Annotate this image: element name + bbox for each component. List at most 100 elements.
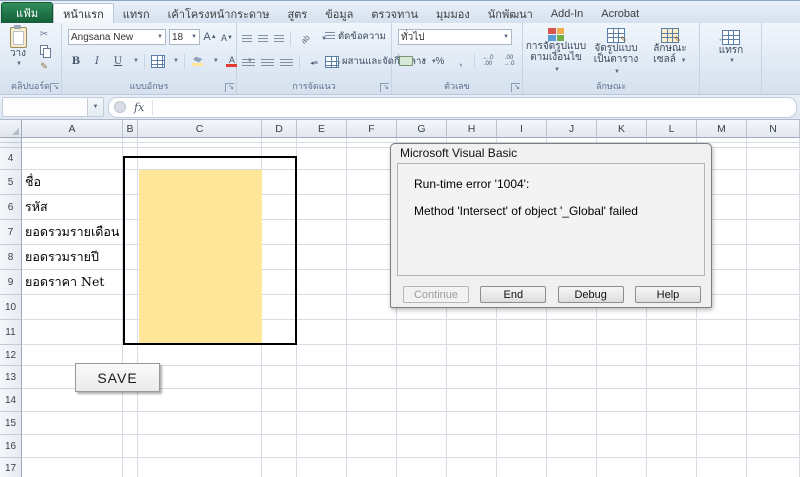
row-header-6[interactable]: 6	[0, 195, 22, 220]
grid-cell-E14[interactable]	[297, 389, 347, 412]
row-header-12[interactable]: 12	[0, 345, 22, 366]
grid-cell-N7[interactable]	[747, 220, 800, 245]
grow-font-button[interactable]: A▲	[202, 29, 218, 45]
grid-cell-B17[interactable]	[123, 458, 138, 477]
increase-decimal-button[interactable]: ←.0.00	[480, 53, 496, 69]
column-header-N[interactable]: N	[747, 120, 800, 138]
grid-cell-H14[interactable]	[447, 389, 497, 412]
grid-cell-L16[interactable]	[647, 435, 697, 458]
grid-cell-N14[interactable]	[747, 389, 800, 412]
number-format-combo[interactable]: ทั่วไป ▼	[398, 29, 512, 45]
grid-cell-N4[interactable]	[747, 148, 800, 170]
grid-cell-N15[interactable]	[747, 412, 800, 435]
grid-cell-J15[interactable]	[547, 412, 597, 435]
align-bottom-icon[interactable]	[274, 35, 284, 44]
grid-cell-G13[interactable]	[397, 366, 447, 389]
cell-styles-button[interactable]: ✎ ลักษณะ เซลล์ ▼	[645, 28, 695, 67]
grid-cell-K14[interactable]	[597, 389, 647, 412]
grid-cell-A14[interactable]	[22, 389, 123, 412]
grid-cell-N10[interactable]	[747, 295, 800, 320]
row-header-11[interactable]: 11	[0, 320, 22, 345]
help-button[interactable]: Help	[635, 286, 701, 303]
grid-cell-E10[interactable]	[297, 295, 347, 320]
grid-cell-K15[interactable]	[597, 412, 647, 435]
grid-cell-A8[interactable]: ยอดรวมรายปี	[22, 245, 123, 270]
tab-เค้าโครงหน้ากระดาษ[interactable]: เค้าโครงหน้ากระดาษ	[159, 4, 279, 23]
grid-cell-A11[interactable]	[22, 320, 123, 345]
column-header-D[interactable]: D	[262, 120, 297, 138]
grid-cell-M16[interactable]	[697, 435, 747, 458]
grid-cell-E11[interactable]	[297, 320, 347, 345]
grid-cell-F15[interactable]	[347, 412, 397, 435]
dialog-title[interactable]: Microsoft Visual Basic	[391, 144, 711, 162]
italic-button[interactable]: I	[89, 53, 105, 69]
grid-cell-J11[interactable]	[547, 320, 597, 345]
continue-button[interactable]: Continue	[403, 286, 469, 303]
grid-cell-E4[interactable]	[297, 148, 347, 170]
row-header-13[interactable]: 13	[0, 366, 22, 389]
grid-cell-G12[interactable]	[397, 345, 447, 366]
column-header-F[interactable]: F	[347, 120, 397, 138]
grid-cell-N17[interactable]	[747, 458, 800, 477]
grid-cell-J12[interactable]	[547, 345, 597, 366]
grid-cell-E6[interactable]	[297, 195, 347, 220]
grid-cell-G14[interactable]	[397, 389, 447, 412]
grid-cell-F12[interactable]	[347, 345, 397, 366]
save-button[interactable]: SAVE	[75, 363, 160, 392]
accounting-format-button[interactable]	[398, 53, 414, 69]
grid-cell-D17[interactable]	[262, 458, 297, 477]
grid-cell-C15[interactable]	[138, 412, 262, 435]
grid-cell-I16[interactable]	[497, 435, 547, 458]
grid-cell-M15[interactable]	[697, 412, 747, 435]
column-header-A[interactable]: A	[22, 120, 123, 138]
grid-cell-L11[interactable]	[647, 320, 697, 345]
grid-cell-E7[interactable]	[297, 220, 347, 245]
select-all-corner[interactable]	[0, 120, 22, 138]
tab-แทรก[interactable]: แทรก	[114, 4, 159, 23]
grid-cell-A5[interactable]: ชื่อ	[22, 170, 123, 195]
grid-cell-M14[interactable]	[697, 389, 747, 412]
grid-cell-J14[interactable]	[547, 389, 597, 412]
grid-cell-A9[interactable]: ยอดราคา Net	[22, 270, 123, 295]
font-size-combo[interactable]: 18 ▼	[169, 29, 200, 45]
grid-cell-E13[interactable]	[297, 366, 347, 389]
file-tab[interactable]: แฟ้ม	[1, 2, 53, 23]
align-top-icon[interactable]	[242, 35, 252, 44]
grid-cell-L12[interactable]	[647, 345, 697, 366]
align-left-icon[interactable]	[242, 59, 255, 68]
grid-cell-B16[interactable]	[123, 435, 138, 458]
grid-cell-B14[interactable]	[123, 389, 138, 412]
name-box-dropdown-icon[interactable]: ▼	[88, 97, 104, 117]
column-header-C[interactable]: C	[138, 120, 262, 138]
grid-cell-D14[interactable]	[262, 389, 297, 412]
grid-cell-M17[interactable]	[697, 458, 747, 477]
tab-หน้าแรก[interactable]: หน้าแรก	[53, 3, 114, 23]
decrease-indent-icon[interactable]: ◂≡	[306, 55, 322, 71]
grid-cell-A16[interactable]	[22, 435, 123, 458]
grid-cell-I17[interactable]	[497, 458, 547, 477]
row-header-4[interactable]: 4	[0, 148, 22, 170]
grid-cell-E15[interactable]	[297, 412, 347, 435]
bold-button[interactable]: B	[68, 53, 84, 69]
grid-cell-A15[interactable]	[22, 412, 123, 435]
grid-cell-N6[interactable]	[747, 195, 800, 220]
grid-cell-N5[interactable]	[747, 170, 800, 195]
grid-cell-I13[interactable]	[497, 366, 547, 389]
grid-cell-H13[interactable]	[447, 366, 497, 389]
grid-cell-N16[interactable]	[747, 435, 800, 458]
row-header-15[interactable]: 15	[0, 412, 22, 435]
grid-cell-C14[interactable]	[138, 389, 262, 412]
row-header-9[interactable]: 9	[0, 270, 22, 295]
number-dialog-launcher[interactable]: ↘	[511, 83, 520, 92]
column-header-I[interactable]: I	[497, 120, 547, 138]
paste-button[interactable]: วาง ▼	[3, 27, 33, 70]
end-button[interactable]: End	[480, 286, 546, 303]
font-name-combo[interactable]: Angsana New ▼	[68, 29, 166, 45]
insert-cells-button[interactable]: ← แทรก ▼	[708, 30, 754, 67]
column-header-G[interactable]: G	[397, 120, 447, 138]
grid-cell-A10[interactable]	[22, 295, 123, 320]
grid-cell-N8[interactable]	[747, 245, 800, 270]
grid-cell-N13[interactable]	[747, 366, 800, 389]
grid-cell-F14[interactable]	[347, 389, 397, 412]
grid-cell-N9[interactable]	[747, 270, 800, 295]
